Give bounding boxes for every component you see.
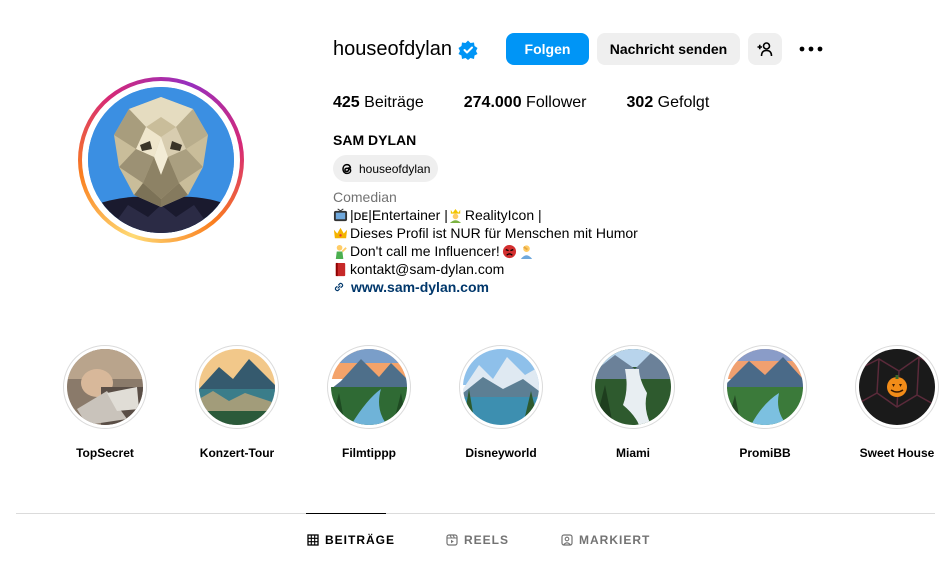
story-highlight[interactable]: Disneyworld (458, 345, 544, 460)
tab-tagged-label: MARKIERT (579, 533, 651, 547)
highlight-label: Konzert-Tour (199, 446, 275, 460)
highlight-label: Filmtippp (342, 446, 396, 460)
tab-posts[interactable]: BEITRÄGE (307, 533, 395, 547)
avatar[interactable] (88, 87, 234, 233)
follow-button[interactable]: Folgen (506, 33, 589, 65)
crown-emoji-icon (333, 227, 348, 238)
following-count: 302 (626, 94, 654, 111)
following-label: Gefolgt (657, 94, 710, 111)
tab-tagged[interactable]: MARKIERT (561, 533, 650, 547)
profile-stats: 425 Beiträge 274.000 Follower 302 Gefolg… (333, 94, 749, 112)
tab-posts-label: BEITRÄGE (325, 533, 396, 547)
verified-badge-icon (458, 40, 478, 60)
bio-line4-email: kontakt@sam-dylan.com (350, 261, 505, 277)
suggest-similar-button[interactable] (748, 33, 782, 65)
tagged-icon (561, 534, 573, 546)
person-gesturing-emoji-icon (335, 244, 347, 259)
posts-label: Beiträge (364, 94, 424, 111)
highlight-ring (459, 345, 543, 429)
bio-line3-text: Don't call me Influencer! (350, 243, 500, 259)
highlight-cover-konzert-tour (199, 349, 275, 425)
profile-full-name: SAM DYLAN (333, 132, 417, 148)
highlight-ring (591, 345, 675, 429)
highlight-ring (63, 345, 147, 429)
posts-stat: 425 Beiträge (333, 94, 424, 112)
story-highlight[interactable]: TopSecret (62, 345, 148, 460)
bio-line: Dieses Profil ist NUR für Menschen mit H… (333, 224, 638, 242)
highlight-cover-filmtippp (331, 349, 407, 425)
highlight-label: TopSecret (76, 446, 134, 460)
profile-username: houseofdylan (333, 38, 452, 60)
avatar-lion-mask-image (88, 87, 234, 233)
reels-icon (446, 534, 458, 546)
highlight-label: Sweet House (859, 446, 935, 460)
tab-reels[interactable]: REELS (446, 533, 509, 547)
highlight-cover-disneyworld (463, 349, 539, 425)
person-crown-emoji-icon (449, 208, 461, 223)
website-link[interactable]: www.sam-dylan.com (333, 278, 638, 296)
highlight-ring (327, 345, 411, 429)
highlight-cover-promibb (727, 349, 803, 425)
website-url: www.sam-dylan.com (351, 279, 489, 295)
highlight-ring (723, 345, 807, 429)
highlight-cover-miami (595, 349, 671, 425)
active-tab-indicator (306, 513, 386, 514)
send-message-button[interactable]: Nachricht senden (597, 33, 740, 65)
threads-link-badge[interactable]: houseofdylan (333, 155, 439, 182)
followers-label: Follower (526, 94, 587, 111)
bio-line1b-text: RealityIcon | (464, 207, 542, 223)
bio-line1-text: |ᴅᴇ|Entertainer | (350, 207, 448, 223)
tv-emoji-icon (333, 208, 348, 221)
followers-count: 274.000 (463, 94, 522, 111)
profile-category: Comedian (333, 189, 397, 205)
story-highlight[interactable]: PromiBB (722, 345, 808, 460)
tabs-divider (16, 513, 935, 514)
tab-reels-label: REELS (464, 533, 510, 547)
highlight-label: PromiBB (739, 446, 791, 460)
highlight-ring (195, 345, 279, 429)
bio-line2-text: Dieses Profil ist NUR für Menschen mit H… (350, 225, 638, 241)
avatar-border (82, 81, 240, 239)
link-icon (334, 282, 344, 292)
story-highlight[interactable]: Konzert-Tour (194, 345, 280, 460)
story-highlight[interactable]: Filmtippp (326, 345, 412, 460)
highlight-label: Disneyworld (465, 446, 537, 460)
threads-handle: houseofdylan (359, 161, 431, 176)
book-emoji-icon (335, 262, 346, 276)
bio-line: Don't call me Influencer! (333, 242, 638, 260)
bio-line: |ᴅᴇ|Entertainer | RealityIcon | (333, 206, 638, 224)
highlight-label: Miami (615, 446, 650, 460)
story-highlight[interactable]: Miami (590, 345, 676, 460)
story-highlight[interactable]: Sweet House (854, 345, 940, 460)
highlight-cover-topsecret (67, 349, 143, 425)
profile-bio: |ᴅᴇ|Entertainer | RealityIcon | Dieses P… (333, 206, 638, 296)
angry-face-emoji-icon (502, 244, 516, 258)
grid-icon (307, 534, 319, 546)
bio-line: kontakt@sam-dylan.com (333, 260, 638, 278)
posts-count: 425 (333, 94, 360, 111)
following-stat[interactable]: 302 Gefolgt (627, 94, 710, 112)
add-user-icon (757, 42, 773, 57)
more-options-icon (799, 46, 823, 52)
person-facepalm-emoji-icon (520, 244, 532, 259)
highlight-cover-sweet-house (859, 349, 935, 425)
more-options-button[interactable] (795, 35, 827, 63)
threads-icon (342, 163, 352, 174)
followers-stat[interactable]: 274.000 Follower (464, 94, 587, 112)
profile-avatar-ring[interactable] (78, 77, 244, 243)
highlight-ring (855, 345, 939, 429)
